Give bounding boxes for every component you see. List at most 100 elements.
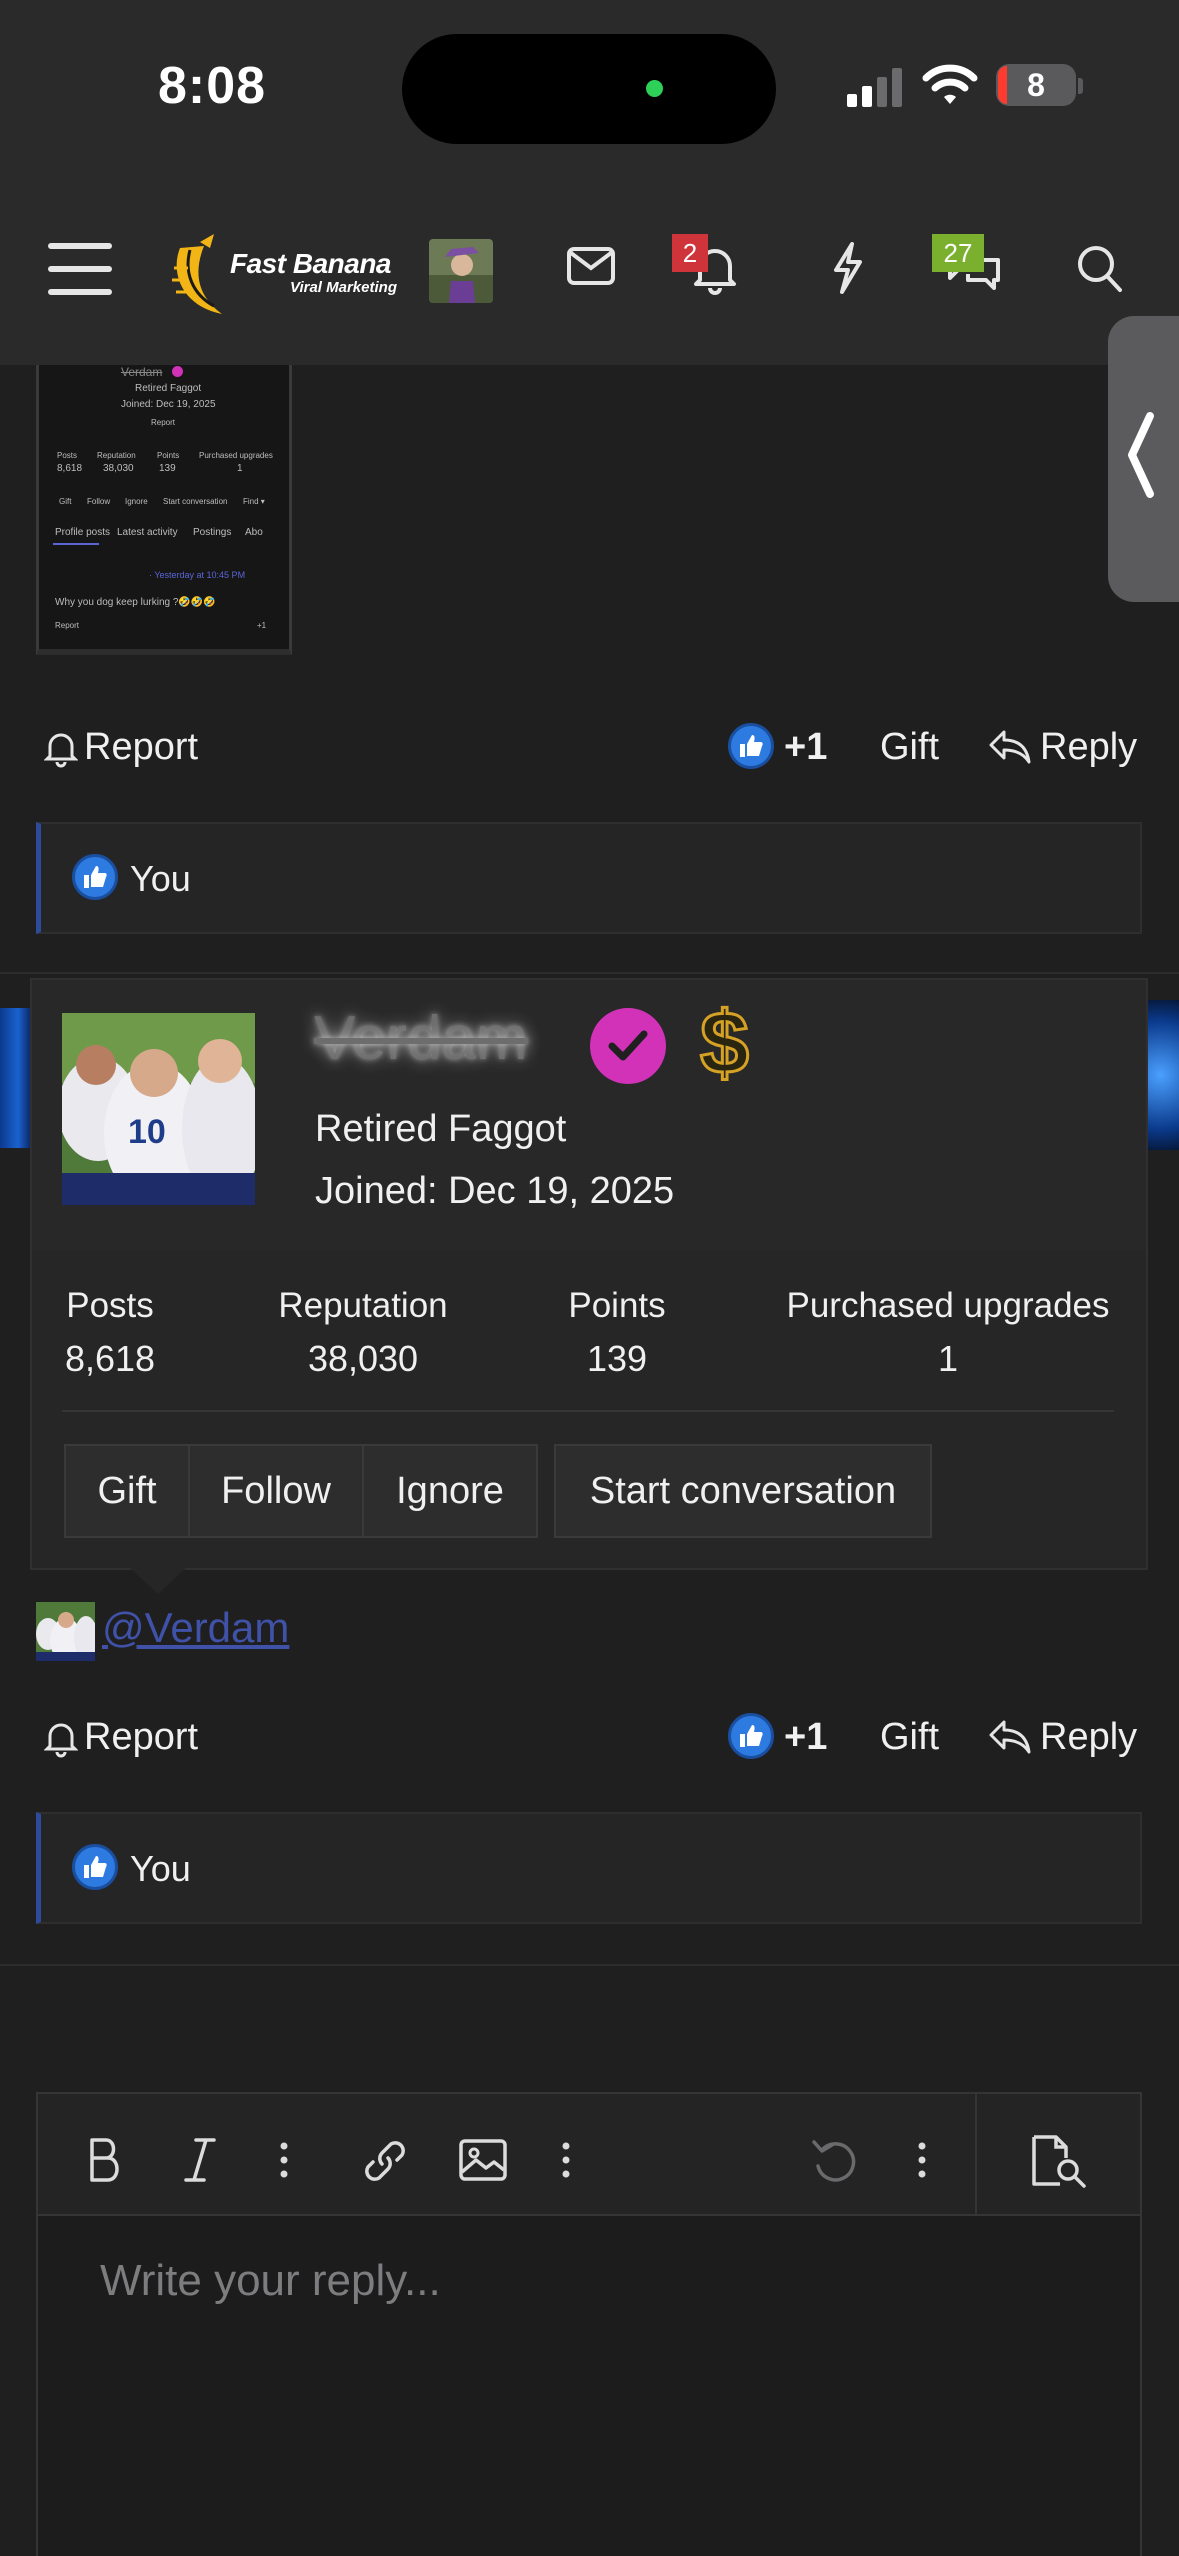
start-conversation-button[interactable]: Start conversation <box>554 1444 932 1538</box>
member-username[interactable]: Verdam <box>314 1003 528 1074</box>
notifications-badge[interactable]: 2 <box>672 234 708 272</box>
thumb-name: Verdam <box>121 365 163 379</box>
logo-subtitle: Viral Marketing <box>290 279 397 296</box>
thumbs-up-glyph-icon <box>740 735 763 757</box>
purchased-upgrade-dollar-icon: $ <box>699 992 751 1094</box>
wifi-icon <box>922 64 978 104</box>
thumb-post-text: Why you dog keep lurking ?🤣🤣🤣 <box>55 597 216 608</box>
post-divider <box>0 972 1179 974</box>
mention-avatar[interactable] <box>36 1602 95 1661</box>
stat-value-posts[interactable]: 8,618 <box>42 1338 178 1380</box>
thumbs-up-glyph-icon <box>84 1856 107 1878</box>
thumb-stat-value: 1 <box>237 463 243 474</box>
background-banner-edge <box>0 1008 30 1148</box>
thumb-joined: Joined: Dec 19, 2025 <box>121 399 216 410</box>
thumb-post-meta: · Yesterday at 10:45 PM <box>149 570 246 580</box>
thumb-tab: Profile posts <box>55 527 111 538</box>
preview-icon[interactable] <box>1030 2134 1088 2188</box>
checkmark-glyph-icon <box>608 1030 648 1061</box>
battery-low-indicator <box>998 66 1007 104</box>
embedded-screenshot-thumbnail[interactable]: Verdam Retired Faggot Joined: Dec 19, 20… <box>36 365 292 655</box>
like-count[interactable]: +1 <box>784 1716 827 1759</box>
thumb-stat-value: 8,618 <box>57 463 83 474</box>
undo-icon[interactable] <box>810 2136 860 2186</box>
thumb-stat-value: 38,030 <box>103 463 134 474</box>
reactions-summary[interactable] <box>36 1812 1142 1924</box>
report-bell-icon[interactable] <box>44 728 78 768</box>
report-button[interactable]: Report <box>84 726 198 769</box>
thumbs-up-glyph-icon <box>84 866 107 888</box>
reply-input-placeholder[interactable]: Write your reply... <box>100 2256 441 2306</box>
italic-icon[interactable] <box>182 2136 218 2184</box>
status-time: 8:08 <box>158 57 267 115</box>
camera-indicator <box>646 80 663 97</box>
reply-icon[interactable] <box>988 728 1032 766</box>
thumb-tab-underline <box>53 543 99 545</box>
thumb-stat-label: Posts <box>57 451 78 460</box>
thumb-stat-label: Points <box>157 451 180 460</box>
report-button[interactable]: Report <box>84 1716 198 1759</box>
stat-label-purchased-upgrades: Purchased upgrades <box>786 1286 1110 1325</box>
thumb-button: Ignore <box>125 497 148 506</box>
thumb-button: Start conversation <box>163 497 228 506</box>
thumb-post-like: +1 <box>257 621 267 630</box>
thumb-tab: Latest activity <box>117 527 178 538</box>
gift-member-button[interactable]: Gift <box>64 1444 190 1538</box>
thumb-button: Find ▾ <box>243 497 265 506</box>
stat-label-posts: Posts <box>66 1286 154 1325</box>
gift-button[interactable]: Gift <box>880 1716 939 1759</box>
chevron-left-icon[interactable] <box>1126 410 1156 500</box>
member-joined-date: Joined: Dec 19, 2025 <box>315 1170 675 1212</box>
more-options-icon[interactable] <box>916 2140 928 2180</box>
thumb-button: Follow <box>87 497 111 506</box>
stat-label-reputation: Reputation <box>278 1286 448 1325</box>
logo-title[interactable]: Fast Banana <box>230 248 392 280</box>
reactions-summary[interactable] <box>36 822 1142 934</box>
stat-value-reputation[interactable]: 38,030 <box>250 1338 476 1380</box>
search-icon[interactable] <box>1076 244 1124 296</box>
more-options-icon[interactable] <box>278 2140 290 2180</box>
menu-icon[interactable] <box>48 243 112 295</box>
account-avatar[interactable] <box>429 239 493 303</box>
reactions-by[interactable]: You <box>130 858 191 900</box>
user-mention-link[interactable]: @Verdam <box>102 1604 289 1652</box>
thumb-stat-label: Purchased upgrades <box>199 451 273 460</box>
thumb-verified-icon <box>172 366 183 377</box>
mail-icon[interactable] <box>566 246 616 286</box>
member-avatar[interactable]: 10 <box>62 1013 255 1205</box>
thumb-tab: Abo <box>245 527 263 538</box>
more-options-icon[interactable] <box>560 2140 572 2180</box>
svg-text:10: 10 <box>128 1113 166 1151</box>
stat-value-purchased-upgrades[interactable]: 1 <box>770 1338 1126 1380</box>
image-icon[interactable] <box>458 2138 508 2182</box>
reply-button[interactable]: Reply <box>1040 1716 1137 1759</box>
ignore-button[interactable]: Ignore <box>362 1444 538 1538</box>
thumb-post-report: Report <box>55 621 80 630</box>
cellular-signal-icon <box>847 68 902 107</box>
dynamic-island <box>402 34 776 144</box>
bold-icon[interactable] <box>86 2136 124 2184</box>
follow-button[interactable]: Follow <box>188 1444 364 1538</box>
gift-button[interactable]: Gift <box>880 726 939 769</box>
conversations-badge[interactable]: 27 <box>932 234 984 272</box>
thumb-report: Report <box>151 418 176 427</box>
thumbs-up-glyph-icon <box>740 1725 763 1747</box>
like-count[interactable]: +1 <box>784 726 827 769</box>
link-icon[interactable] <box>360 2136 410 2186</box>
thumb-title: Retired Faggot <box>135 383 202 394</box>
whats-new-bolt-icon[interactable] <box>828 240 868 296</box>
background-banner-edge <box>1148 1000 1179 1150</box>
reply-button[interactable]: Reply <box>1040 726 1137 769</box>
stat-value-points[interactable]: 139 <box>540 1338 694 1380</box>
thumb-button: Gift <box>59 497 72 506</box>
post-divider <box>0 1964 1179 1966</box>
battery-cap <box>1078 78 1083 94</box>
tooltip-pointer <box>130 1568 186 1594</box>
reactions-by[interactable]: You <box>130 1848 191 1890</box>
reply-icon[interactable] <box>988 1718 1032 1756</box>
thumb-stat-value: 139 <box>159 463 176 474</box>
stat-label-points: Points <box>568 1286 666 1325</box>
battery-level: 8 <box>996 64 1076 106</box>
thumb-stat-label: Reputation <box>97 451 136 460</box>
report-bell-icon[interactable] <box>44 1718 78 1758</box>
